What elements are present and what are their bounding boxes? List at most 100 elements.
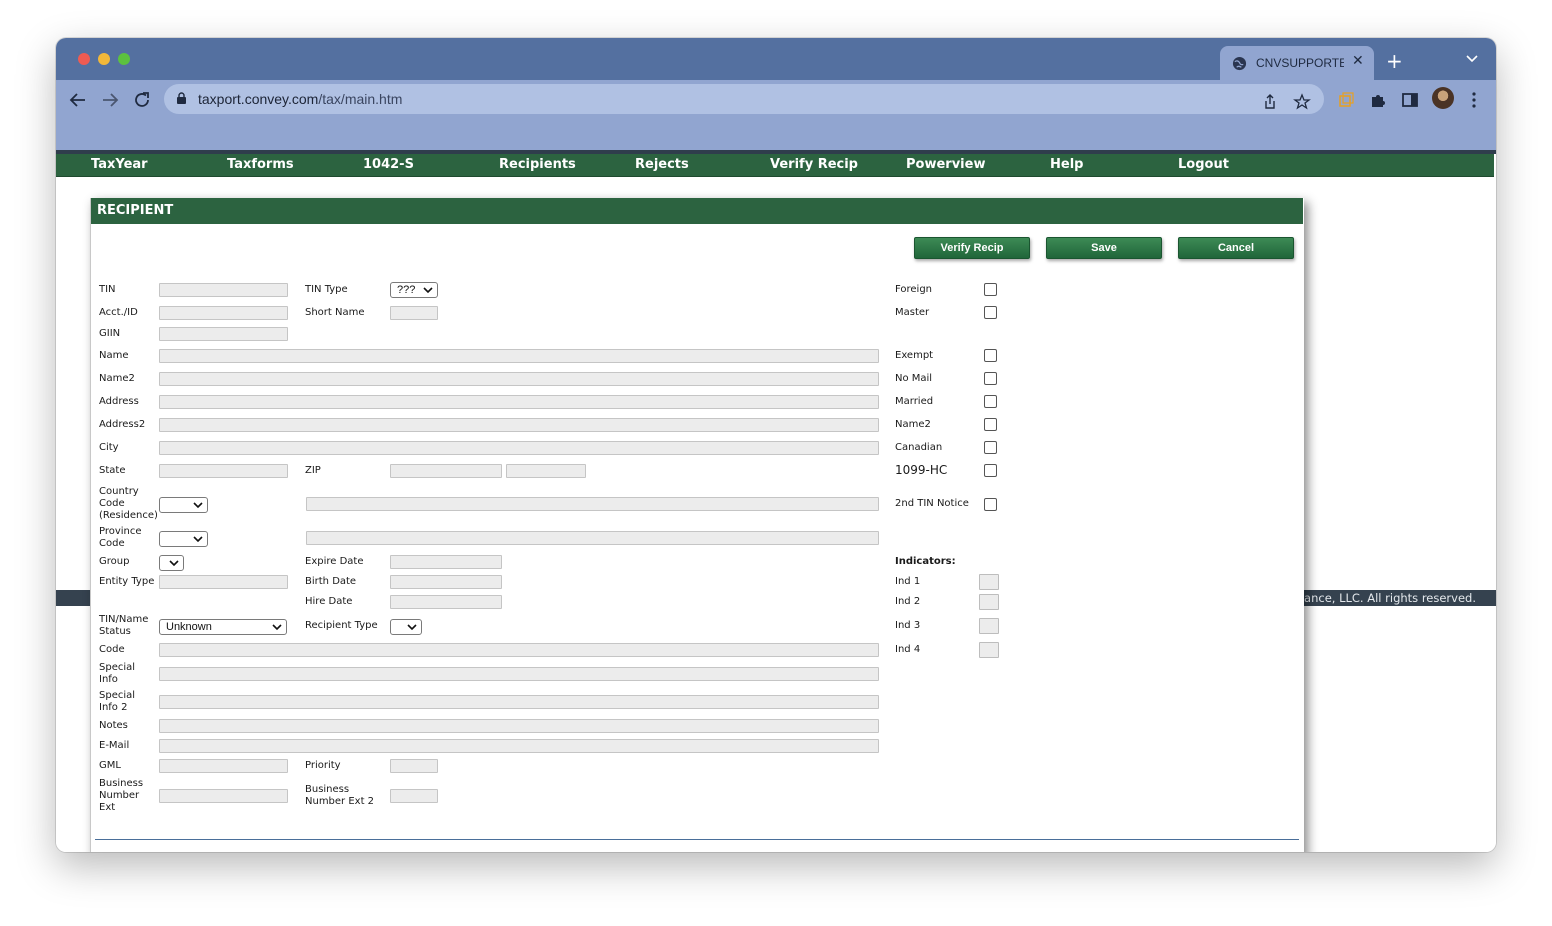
province-code-select[interactable] (159, 531, 208, 547)
group-label: Group (99, 556, 130, 567)
forward-arrow-icon[interactable] (98, 88, 122, 112)
special-info-label-line2: Info (99, 674, 118, 685)
short-name-input[interactable] (390, 306, 438, 320)
menu-verify-recip[interactable]: Verify Recip (770, 157, 858, 172)
country-label-line2: Code (99, 498, 125, 509)
ind2-input[interactable] (979, 594, 999, 610)
cancel-button[interactable]: Cancel (1178, 237, 1294, 259)
profile-avatar[interactable] (1432, 87, 1454, 109)
puzzle-icon[interactable] (1368, 90, 1388, 110)
sidepanel-icon[interactable] (1400, 90, 1420, 110)
menu-help[interactable]: Help (1050, 157, 1083, 172)
menu-1042s[interactable]: 1042-S (363, 157, 414, 172)
menu-taxyear[interactable]: TaxYear (91, 157, 148, 172)
menu-recipients[interactable]: Recipients (499, 157, 576, 172)
state-input[interactable] (159, 464, 288, 478)
country-code-select[interactable] (159, 497, 208, 513)
email-input[interactable] (159, 739, 879, 753)
giin-input[interactable] (159, 327, 288, 341)
chevron-down-icon (193, 502, 203, 509)
back-arrow-icon[interactable] (66, 88, 90, 112)
country-label-line1: Country (99, 486, 139, 497)
address-bar[interactable]: taxport.convey.com/tax/main.htm (164, 84, 1324, 114)
share-icon[interactable] (1260, 92, 1280, 112)
province-name-input[interactable] (306, 531, 879, 545)
dialog-title: RECIPIENT (97, 203, 174, 218)
master-checkbox[interactable] (984, 306, 997, 319)
tin-status-label-line2: Status (99, 626, 131, 637)
code-input[interactable] (159, 643, 879, 657)
address2-input[interactable] (159, 418, 879, 432)
chevron-down-icon (423, 287, 433, 294)
province-label-line2: Code (99, 538, 125, 549)
tin-type-select[interactable]: ??? (390, 282, 438, 298)
country-name-input[interactable] (306, 497, 879, 511)
title-bar: CNVSUPPORTE ✕ + (56, 38, 1496, 80)
group-select[interactable] (159, 555, 184, 571)
ind1-input[interactable] (979, 574, 999, 590)
menu-logout[interactable]: Logout (1178, 157, 1229, 172)
exempt-checkbox[interactable] (984, 349, 997, 362)
tab-close-icon[interactable]: ✕ (1352, 53, 1364, 69)
gml-input[interactable] (159, 759, 288, 773)
gml-label: GML (99, 760, 121, 771)
star-icon[interactable] (1292, 92, 1312, 112)
tin-type-label: TIN Type (305, 284, 348, 295)
menu-taxforms[interactable]: Taxforms (227, 157, 294, 172)
zip-ext-input[interactable] (506, 464, 586, 478)
foreign-checkbox[interactable] (984, 283, 997, 296)
name2-input[interactable] (159, 372, 879, 386)
tin-type-value: ??? (397, 284, 416, 296)
kebab-menu-icon[interactable] (1464, 90, 1484, 110)
menu-rejects[interactable]: Rejects (635, 157, 689, 172)
name-label: Name (99, 350, 129, 361)
reload-icon[interactable] (130, 88, 154, 112)
address2-label: Address2 (99, 419, 146, 430)
name2-check-label: Name2 (895, 419, 931, 430)
address-input[interactable] (159, 395, 879, 409)
chevron-down-icon[interactable] (1466, 54, 1478, 64)
extension-icon[interactable] (1336, 90, 1356, 110)
business-number-ext-label-line2: Number (99, 790, 140, 801)
married-label: Married (895, 396, 934, 407)
ind4-input[interactable] (979, 642, 999, 658)
minimize-window-button[interactable] (98, 53, 110, 65)
special-info-input[interactable] (159, 667, 879, 681)
married-checkbox[interactable] (984, 395, 997, 408)
business-number-ext2-input[interactable] (390, 789, 438, 803)
tin-input[interactable] (159, 283, 288, 297)
save-button[interactable]: Save (1046, 237, 1162, 259)
canadian-checkbox[interactable] (984, 441, 997, 454)
hire-date-input[interactable] (390, 595, 502, 609)
name2-checkbox[interactable] (984, 418, 997, 431)
recipient-type-select[interactable] (390, 619, 422, 635)
business-number-ext-input[interactable] (159, 789, 288, 803)
new-tab-icon[interactable]: + (1386, 49, 1403, 73)
close-window-button[interactable] (78, 53, 90, 65)
special-info2-input[interactable] (159, 695, 879, 709)
browser-tab[interactable]: CNVSUPPORTE ✕ (1220, 46, 1374, 80)
1099-hc-checkbox[interactable] (984, 464, 997, 477)
priority-input[interactable] (390, 759, 438, 773)
chevron-down-icon (169, 560, 179, 567)
menu-powerview[interactable]: Powerview (906, 157, 985, 172)
expire-date-input[interactable] (390, 555, 502, 569)
acct-id-input[interactable] (159, 306, 288, 320)
browser-window: CNVSUPPORTE ✕ + taxport.convey.com/tax/m… (56, 38, 1496, 852)
tin-name-status-select[interactable]: Unknown (159, 619, 287, 635)
birth-date-input[interactable] (390, 575, 502, 589)
giin-label: GIIN (99, 328, 121, 339)
verify-recip-button[interactable]: Verify Recip (914, 237, 1030, 259)
maximize-window-button[interactable] (118, 53, 130, 65)
ind3-input[interactable] (979, 618, 999, 634)
name-input[interactable] (159, 349, 879, 363)
entity-type-input[interactable] (159, 575, 288, 589)
notes-label: Notes (99, 720, 128, 731)
zip-input[interactable] (390, 464, 502, 478)
notes-input[interactable] (159, 719, 879, 733)
no-mail-checkbox[interactable] (984, 372, 997, 385)
dialog-header: RECIPIENT (91, 198, 1303, 224)
second-tin-notice-checkbox[interactable] (984, 498, 997, 511)
province-label-line1: Province (99, 526, 142, 537)
city-input[interactable] (159, 441, 879, 455)
